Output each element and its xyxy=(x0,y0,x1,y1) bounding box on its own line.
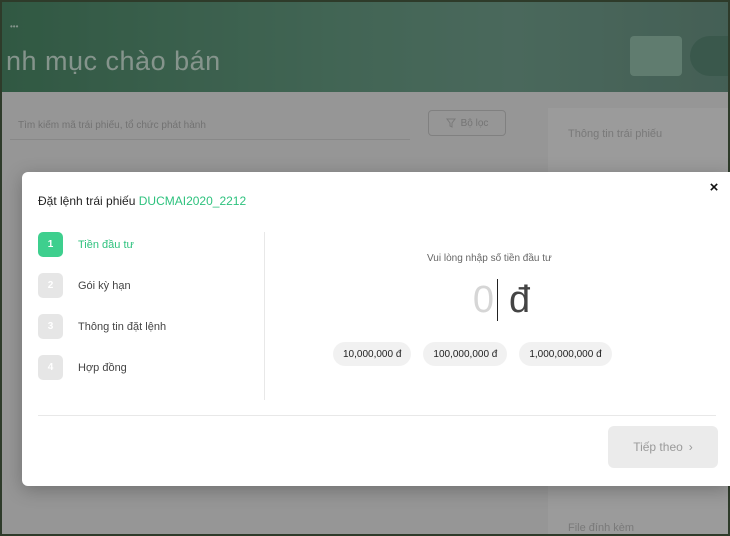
quick-amount-list: 10,000,000 đ 100,000,000 đ 1,000,000,000… xyxy=(333,342,612,366)
step-number: 4 xyxy=(38,355,63,380)
order-bond-modal: Đặt lệnh trái phiếu DUCMAI2020_2212 × 1 … xyxy=(22,172,730,486)
step-investment-amount[interactable]: 1 Tiền đầu tư xyxy=(38,232,238,257)
next-button-label: Tiếp theo xyxy=(633,440,683,454)
vertical-divider xyxy=(264,232,265,400)
bond-code: DUCMAI2020_2212 xyxy=(138,194,247,208)
step-order-info[interactable]: 3 Thông tin đặt lệnh xyxy=(38,314,238,339)
text-caret xyxy=(497,279,498,321)
next-button[interactable]: Tiếp theo › xyxy=(608,426,718,468)
amount-prompt: Vui lòng nhập số tiền đầu tư xyxy=(427,253,552,264)
amount-input[interactable]: 0 đ xyxy=(466,272,530,328)
modal-title-prefix: Đặt lệnh trái phiếu xyxy=(38,194,136,208)
quick-amount-1b-button[interactable]: 1,000,000,000 đ xyxy=(519,342,612,366)
quick-amount-10m-button[interactable]: 10,000,000 đ xyxy=(333,342,412,366)
step-list: 1 Tiền đầu tư 2 Gói kỳ hạn 3 Thông tin đ… xyxy=(38,232,238,396)
footer-divider xyxy=(38,415,716,416)
step-label: Gói kỳ hạn xyxy=(78,279,131,292)
step-label: Tiền đầu tư xyxy=(78,238,134,251)
step-label: Thông tin đặt lệnh xyxy=(78,320,167,333)
amount-value: 0 xyxy=(472,278,494,321)
chevron-right-icon: › xyxy=(688,440,693,454)
step-contract[interactable]: 4 Hợp đồng xyxy=(38,355,238,380)
step-number: 2 xyxy=(38,273,63,298)
step-number: 3 xyxy=(38,314,63,339)
currency-symbol: đ xyxy=(509,278,531,321)
step-number: 1 xyxy=(38,232,63,257)
step-term-package[interactable]: 2 Gói kỳ hạn xyxy=(38,273,238,298)
step-label: Hợp đồng xyxy=(78,361,127,374)
close-icon[interactable]: × xyxy=(706,180,722,196)
quick-amount-100m-button[interactable]: 100,000,000 đ xyxy=(423,342,508,366)
modal-title: Đặt lệnh trái phiếu DUCMAI2020_2212 xyxy=(38,194,246,208)
